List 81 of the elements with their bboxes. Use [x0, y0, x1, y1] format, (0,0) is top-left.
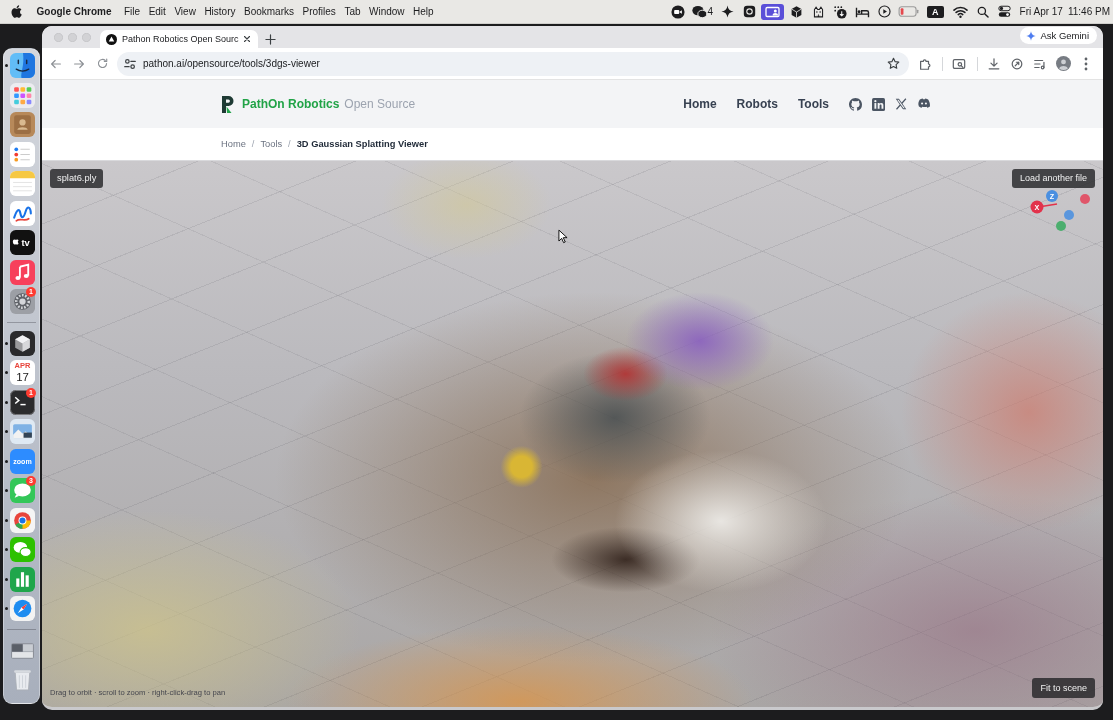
axis-end-dot[interactable] [1056, 221, 1066, 231]
toggles-icon[interactable] [998, 5, 1012, 18]
sparkle-icon[interactable] [720, 5, 734, 18]
menu-bar-date[interactable]: Fri Apr 17 [1019, 6, 1063, 17]
video-camera-circle-icon[interactable] [670, 4, 685, 19]
nav-link[interactable]: Tools [797, 97, 829, 111]
checklist-app-icon[interactable] [10, 141, 35, 167]
sparkle-icon [1026, 30, 1037, 41]
browser-tab[interactable]: Pathon Robotics Open Sourc [99, 30, 258, 48]
mouse-pointer-icon [558, 229, 568, 244]
more-icon[interactable] [1084, 56, 1088, 71]
breadcrumb-separator: / [288, 139, 291, 149]
menu-item[interactable]: Edit [148, 6, 166, 17]
book-app-icon[interactable] [10, 112, 35, 138]
battery-icon[interactable] [897, 6, 919, 17]
gear-app-icon[interactable] [10, 289, 35, 315]
face-app-icon[interactable] [10, 53, 35, 79]
app-menu[interactable]: Google Chrome [36, 6, 112, 17]
reload-icon[interactable] [95, 57, 109, 70]
discord-icon[interactable] [917, 98, 931, 110]
square-circle-icon[interactable] [742, 5, 756, 18]
arrow-circle-icon[interactable] [1010, 56, 1024, 71]
play-circle-icon[interactable] [877, 5, 891, 18]
tab-search-icon[interactable] [952, 56, 966, 71]
bed-icon[interactable] [854, 5, 870, 18]
linkedin-icon[interactable] [872, 97, 885, 111]
input-source-indicator[interactable]: A [927, 5, 944, 18]
breadcrumb-link[interactable]: Home [221, 139, 246, 149]
scribble-app-icon[interactable] [10, 200, 35, 226]
ask-gemini-button[interactable]: Ask Gemini [1020, 27, 1097, 45]
bar-chart-app-icon[interactable] [10, 566, 35, 592]
menu-item[interactable]: View [174, 6, 196, 17]
unread-count: 4 [707, 6, 714, 17]
site-info-icon[interactable] [123, 56, 137, 71]
breadcrumb-separator: / [251, 139, 255, 149]
chat-bubbles-icon[interactable] [692, 4, 707, 19]
speech-bubble-app-icon[interactable] [10, 478, 35, 504]
fit-to-scene-button[interactable]: Fit to scene [1032, 678, 1095, 698]
download-icon[interactable] [987, 56, 1001, 71]
nav-link[interactable]: Home [683, 97, 717, 111]
menu-item[interactable]: File [124, 6, 141, 17]
file-name-label: splat6.ply [50, 169, 104, 188]
github-icon[interactable] [849, 97, 862, 111]
x-logo-icon[interactable] [895, 98, 907, 110]
music-note-app-icon[interactable] [10, 259, 35, 285]
new-tab-icon[interactable] [264, 34, 276, 45]
cube-app-icon[interactable] [10, 330, 35, 356]
triangle-logo-icon [106, 33, 117, 45]
search-icon[interactable] [976, 5, 989, 18]
compass-app-icon[interactable] [10, 596, 35, 622]
nav-link[interactable]: Robots [736, 97, 778, 111]
load-file-button[interactable]: Load another file [1011, 169, 1095, 188]
menu-item[interactable]: Help [413, 6, 434, 17]
brand-suffix: Open Source [344, 97, 416, 111]
apple-menu-icon[interactable] [11, 5, 22, 18]
menu-item[interactable]: Bookmarks [244, 6, 294, 17]
screen-person-icon[interactable] [761, 3, 785, 20]
axis-end-dot[interactable] [1080, 194, 1090, 204]
logo-icon[interactable] [220, 95, 234, 113]
menu-item[interactable]: History [204, 6, 236, 17]
photo-app-icon[interactable] [10, 419, 35, 445]
dots-arrow-icon[interactable] [833, 4, 848, 19]
cube-icon[interactable] [789, 4, 803, 19]
breadcrumb-link[interactable]: Tools [260, 139, 283, 149]
menu-item[interactable]: Tab [344, 6, 361, 17]
bookmark-star-icon[interactable] [887, 57, 900, 70]
close-icon[interactable] [241, 34, 252, 44]
menu-item[interactable]: Profiles [302, 6, 336, 17]
browser-app-icon[interactable] [10, 507, 35, 533]
tv-app-icon[interactable]: tv [10, 230, 35, 256]
wifi-icon[interactable] [953, 5, 969, 18]
puzzle-piece-icon[interactable] [918, 56, 932, 71]
profile-avatar-icon[interactable] [1055, 56, 1071, 71]
address-field[interactable]: pathon.ai/opensource/tools/3dgs-viewer [117, 51, 909, 76]
terminal-app-icon[interactable] [10, 389, 35, 415]
menu-bar-clock[interactable]: 11:46 PM [1067, 6, 1110, 17]
x-axis-line [1042, 203, 1058, 207]
cat-icon[interactable] [811, 4, 825, 19]
menu-item[interactable]: Window [369, 6, 405, 17]
breadcrumb-current: 3D Gaussian Splatting Viewer [296, 139, 428, 149]
axis-end-dot[interactable] [1064, 210, 1074, 220]
